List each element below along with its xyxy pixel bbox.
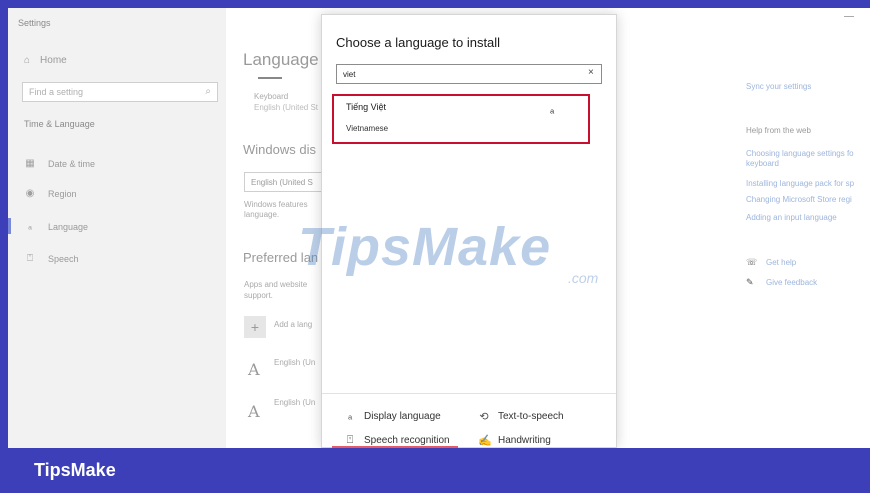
give-feedback-link[interactable]: Give feedback — [766, 278, 856, 287]
handwriting-icon: ✍ — [478, 435, 492, 447]
add-language-button[interactable]: + — [244, 316, 266, 338]
nav-section-title: Time & Language — [24, 119, 95, 129]
preferred-language-2[interactable]: English (Un — [274, 398, 320, 407]
sync-settings-link[interactable]: Sync your settings — [746, 82, 870, 91]
add-language-label: Add a lang — [274, 320, 313, 329]
find-setting-placeholder: Find a setting — [29, 87, 84, 97]
language-glyph-icon: A — [248, 360, 260, 379]
get-help-link[interactable]: Get help — [766, 258, 856, 267]
display-language-select[interactable]: English (United S — [244, 172, 322, 192]
language-glyph-icon: A — [248, 402, 260, 421]
watermark: TipsMake — [298, 217, 552, 277]
help-link-3[interactable]: Changing Microsoft Store regi — [746, 195, 870, 204]
settings-window: Settings ⌂ Home Find a setting ⌕ Time & … — [8, 8, 870, 448]
help-link-2[interactable]: Installing language pack for sp — [746, 179, 870, 188]
brand-logo-text: TipsMake — [34, 460, 116, 480]
top-border — [0, 0, 870, 8]
feature-display-language: ₐ Display language — [344, 410, 441, 422]
help-link-1-cont[interactable]: keyboard — [746, 159, 870, 168]
keyboard-value: English (United St — [254, 103, 319, 112]
watermark-suffix: .com — [568, 270, 599, 286]
home-icon: ⌂ — [24, 55, 31, 66]
sidebar-item-language[interactable]: ₐ Language — [8, 218, 89, 234]
windows-display-heading: Windows dis — [243, 142, 316, 157]
feature-label: Handwriting — [498, 435, 551, 446]
result-english-name: Vietnamese — [346, 124, 389, 133]
title-underline — [258, 77, 282, 79]
search-icon: ⌕ — [205, 86, 211, 97]
get-help-icon: ☏ — [746, 257, 758, 267]
help-link-1[interactable]: Choosing language settings fo — [746, 149, 870, 158]
sidebar-item-date-time[interactable]: ▦ Date & time — [24, 158, 95, 169]
nav-home-label: Home — [40, 55, 67, 66]
feature-label: Text-to-speech — [498, 411, 564, 422]
sidebar-item-label: Region — [48, 188, 77, 199]
sidebar-item-label: Language — [48, 221, 89, 232]
language-icon: ₐ — [28, 221, 32, 232]
plus-icon: + — [250, 319, 260, 335]
result-native-name: Tiếng Việt — [346, 102, 387, 112]
microphone-icon: ⍞ — [27, 253, 33, 264]
display-language-icon: ₐ — [347, 410, 353, 422]
language-result-vietnamese[interactable]: Tiếng Việt Vietnamese ₐ — [332, 94, 590, 144]
dialog-feature-legend: ₐ Display language ⟲ Text-to-speech ⍞ Sp… — [322, 393, 616, 448]
feature-label: Display language — [364, 410, 441, 422]
sidebar-item-speech[interactable]: ⍞ Speech — [24, 253, 79, 264]
apps-websites-text: Apps and website — [244, 280, 308, 289]
feedback-icon: ✎ — [746, 277, 754, 287]
language-search-input[interactable] — [336, 64, 602, 84]
sidebar-item-label: Date & time — [48, 158, 96, 169]
text-to-speech-icon: ⟲ — [479, 411, 489, 423]
keyboard-label: Keyboard — [254, 92, 289, 101]
minimize-icon[interactable] — [844, 16, 854, 17]
display-language-icon: ₐ — [550, 104, 555, 116]
globe-icon: ◉ — [25, 188, 35, 199]
brand-bar: TipsMake — [0, 448, 870, 493]
preferred-language-1[interactable]: English (Un — [274, 358, 320, 367]
settings-sidebar: Settings ⌂ Home Find a setting ⌕ Time & … — [8, 8, 226, 448]
help-link-4[interactable]: Adding an input language — [746, 213, 870, 222]
feature-handwriting: ✍ Handwriting — [478, 434, 551, 447]
apps-websites-text-2: support. — [244, 291, 273, 300]
dialog-title: Choose a language to install — [336, 35, 501, 50]
window-title: Settings — [18, 18, 51, 28]
windows-features-text: Windows features — [244, 200, 308, 209]
nav-home[interactable]: ⌂ Home — [24, 55, 67, 66]
sidebar-item-region[interactable]: ◉ Region — [24, 188, 77, 199]
page-title: Language — [243, 50, 319, 69]
feature-text-to-speech: ⟲ Text-to-speech — [478, 410, 564, 423]
calendar-icon: ▦ — [25, 158, 35, 169]
sidebar-item-label: Speech — [48, 253, 79, 264]
find-setting-input[interactable]: Find a setting ⌕ — [22, 82, 218, 102]
help-heading: Help from the web — [746, 126, 811, 135]
feature-label: Speech recognition — [364, 435, 450, 446]
clear-icon[interactable]: × — [588, 67, 594, 78]
